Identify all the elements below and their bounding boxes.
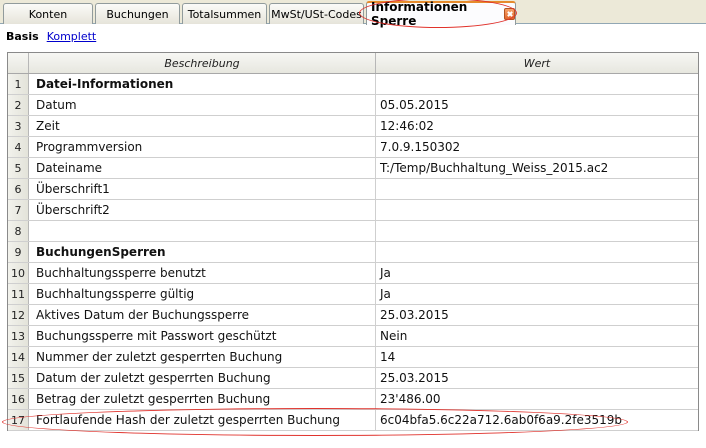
cell-beschreibung[interactable]: Aktives Datum der Buchungssperre [29, 305, 376, 325]
row-number: 3 [8, 116, 29, 136]
row-number: 13 [8, 326, 29, 346]
cell-wert[interactable]: T:/Temp/Buchhaltung_Weiss_2015.ac2 [376, 158, 698, 178]
cell-wert[interactable] [376, 200, 698, 220]
table-row[interactable]: 14 Nummer der zuletzt gesperrten Buchung 1… [8, 347, 698, 368]
row-number: 8 [8, 221, 29, 241]
table-row[interactable]: 4 Programmversion 7.0.9.150302 [8, 137, 698, 158]
cell-wert[interactable]: 25.03.2015 [376, 368, 698, 388]
view-komplett-link[interactable]: Komplett [47, 30, 97, 43]
row-number-header [8, 53, 29, 73]
close-icon[interactable] [504, 8, 515, 20]
row-number: 4 [8, 137, 29, 157]
cell-wert[interactable]: Ja [376, 284, 698, 304]
cell-wert[interactable]: 23'486.00 [376, 389, 698, 409]
cell-beschreibung[interactable] [29, 221, 376, 241]
row-number: 2 [8, 95, 29, 115]
table-row[interactable]: 12 Aktives Datum der Buchungssperre 25.03.… [8, 305, 698, 326]
cell-wert[interactable]: Ja [376, 263, 698, 283]
cell-beschreibung[interactable]: Datei-Informationen [29, 74, 376, 94]
view-basis[interactable]: Basis [6, 30, 39, 43]
tab-totalsummen[interactable]: Totalsummen [182, 3, 267, 24]
table-row[interactable]: 13 Buchungssperre mit Passwort geschützt N… [8, 326, 698, 347]
row-number: 15 [8, 368, 29, 388]
cell-beschreibung[interactable]: Buchhaltungssperre benutzt [29, 263, 376, 283]
cell-wert[interactable] [376, 242, 698, 262]
tab-buchungen[interactable]: Buchungen [95, 3, 180, 24]
table-row[interactable]: 15 Datum der zuletzt gesperrten Buchung 25… [8, 368, 698, 389]
table-row[interactable]: 10 Buchhaltungssperre benutzt Ja [8, 263, 698, 284]
cell-wert[interactable] [376, 179, 698, 199]
cell-beschreibung[interactable]: Nummer der zuletzt gesperrten Buchung [29, 347, 376, 367]
table-row[interactable]: 7 Überschrift2 [8, 200, 698, 221]
table-row[interactable]: 9 BuchungenSperren [8, 242, 698, 263]
row-number: 16 [8, 389, 29, 409]
cell-beschreibung[interactable]: Überschrift2 [29, 200, 376, 220]
row-number: 1 [8, 74, 29, 94]
table-row[interactable]: 6 Überschrift1 [8, 179, 698, 200]
table-row[interactable]: 5 Dateiname T:/Temp/Buchhaltung_Weiss_2015… [8, 158, 698, 179]
cell-wert[interactable]: 12:46:02 [376, 116, 698, 136]
table-row[interactable]: 17 Fortlaufende Hash der zuletzt gesperrt… [8, 410, 698, 431]
table-row[interactable]: 2 Datum 05.05.2015 [8, 95, 698, 116]
cell-wert[interactable]: 14 [376, 347, 698, 367]
row-number: 12 [8, 305, 29, 325]
cell-beschreibung[interactable]: Fortlaufende Hash der zuletzt gesperrten… [29, 410, 376, 430]
cell-beschreibung[interactable]: Programmversion [29, 137, 376, 157]
cell-wert[interactable] [376, 74, 698, 94]
column-header-beschreibung[interactable]: Beschreibung [29, 53, 376, 73]
table-header: Beschreibung Wert [8, 53, 698, 74]
tab-informationen-sperre-label: Informationen Sperre [371, 0, 468, 28]
view-bar: Basis Komplett [0, 25, 706, 47]
cell-beschreibung[interactable]: Buchhaltungssperre gültig [29, 284, 376, 304]
cell-beschreibung[interactable]: Betrag der zuletzt gesperrten Buchung [29, 389, 376, 409]
tab-mwst-ust-codes[interactable]: MwSt/USt-Codes [269, 3, 364, 24]
cell-wert[interactable] [376, 221, 698, 241]
row-number: 10 [8, 263, 29, 283]
cell-beschreibung[interactable]: Zeit [29, 116, 376, 136]
cell-beschreibung[interactable]: Überschrift1 [29, 179, 376, 199]
cell-beschreibung[interactable]: Datum [29, 95, 376, 115]
cell-wert[interactable]: Nein [376, 326, 698, 346]
cell-beschreibung[interactable]: Buchungssperre mit Passwort geschützt [29, 326, 376, 346]
cell-beschreibung[interactable]: Dateiname [29, 158, 376, 178]
table-row[interactable]: 8 [8, 221, 698, 242]
tab-informationen-sperre[interactable]: Informationen Sperre [366, 0, 516, 28]
table-row[interactable]: 3 Zeit 12:46:02 [8, 116, 698, 137]
cell-wert[interactable]: 7.0.9.150302 [376, 137, 698, 157]
table-row[interactable]: 16 Betrag der zuletzt gesperrten Buchung 2… [8, 389, 698, 410]
table-row[interactable]: 11 Buchhaltungssperre gültig Ja [8, 284, 698, 305]
column-header-wert[interactable]: Wert [376, 53, 698, 73]
tab-strip: Konten Buchungen Totalsummen MwSt/USt-Co… [0, 0, 706, 28]
tab-konten[interactable]: Konten [3, 3, 93, 24]
cell-wert[interactable]: 6c04bfa5.6c22a712.6ab0f6a9.2fe3519b [376, 410, 698, 430]
row-number: 5 [8, 158, 29, 178]
cell-beschreibung[interactable]: BuchungenSperren [29, 242, 376, 262]
row-number: 14 [8, 347, 29, 367]
row-number: 6 [8, 179, 29, 199]
table-row[interactable]: 1 Datei-Informationen [8, 74, 698, 95]
cell-wert[interactable]: 05.05.2015 [376, 95, 698, 115]
row-number: 17 [8, 410, 29, 430]
info-table: Beschreibung Wert 1 Datei-Informationen 2… [7, 52, 699, 431]
cell-beschreibung[interactable]: Datum der zuletzt gesperrten Buchung [29, 368, 376, 388]
row-number: 7 [8, 200, 29, 220]
row-number: 9 [8, 242, 29, 262]
row-number: 11 [8, 284, 29, 304]
cell-wert[interactable]: 25.03.2015 [376, 305, 698, 325]
